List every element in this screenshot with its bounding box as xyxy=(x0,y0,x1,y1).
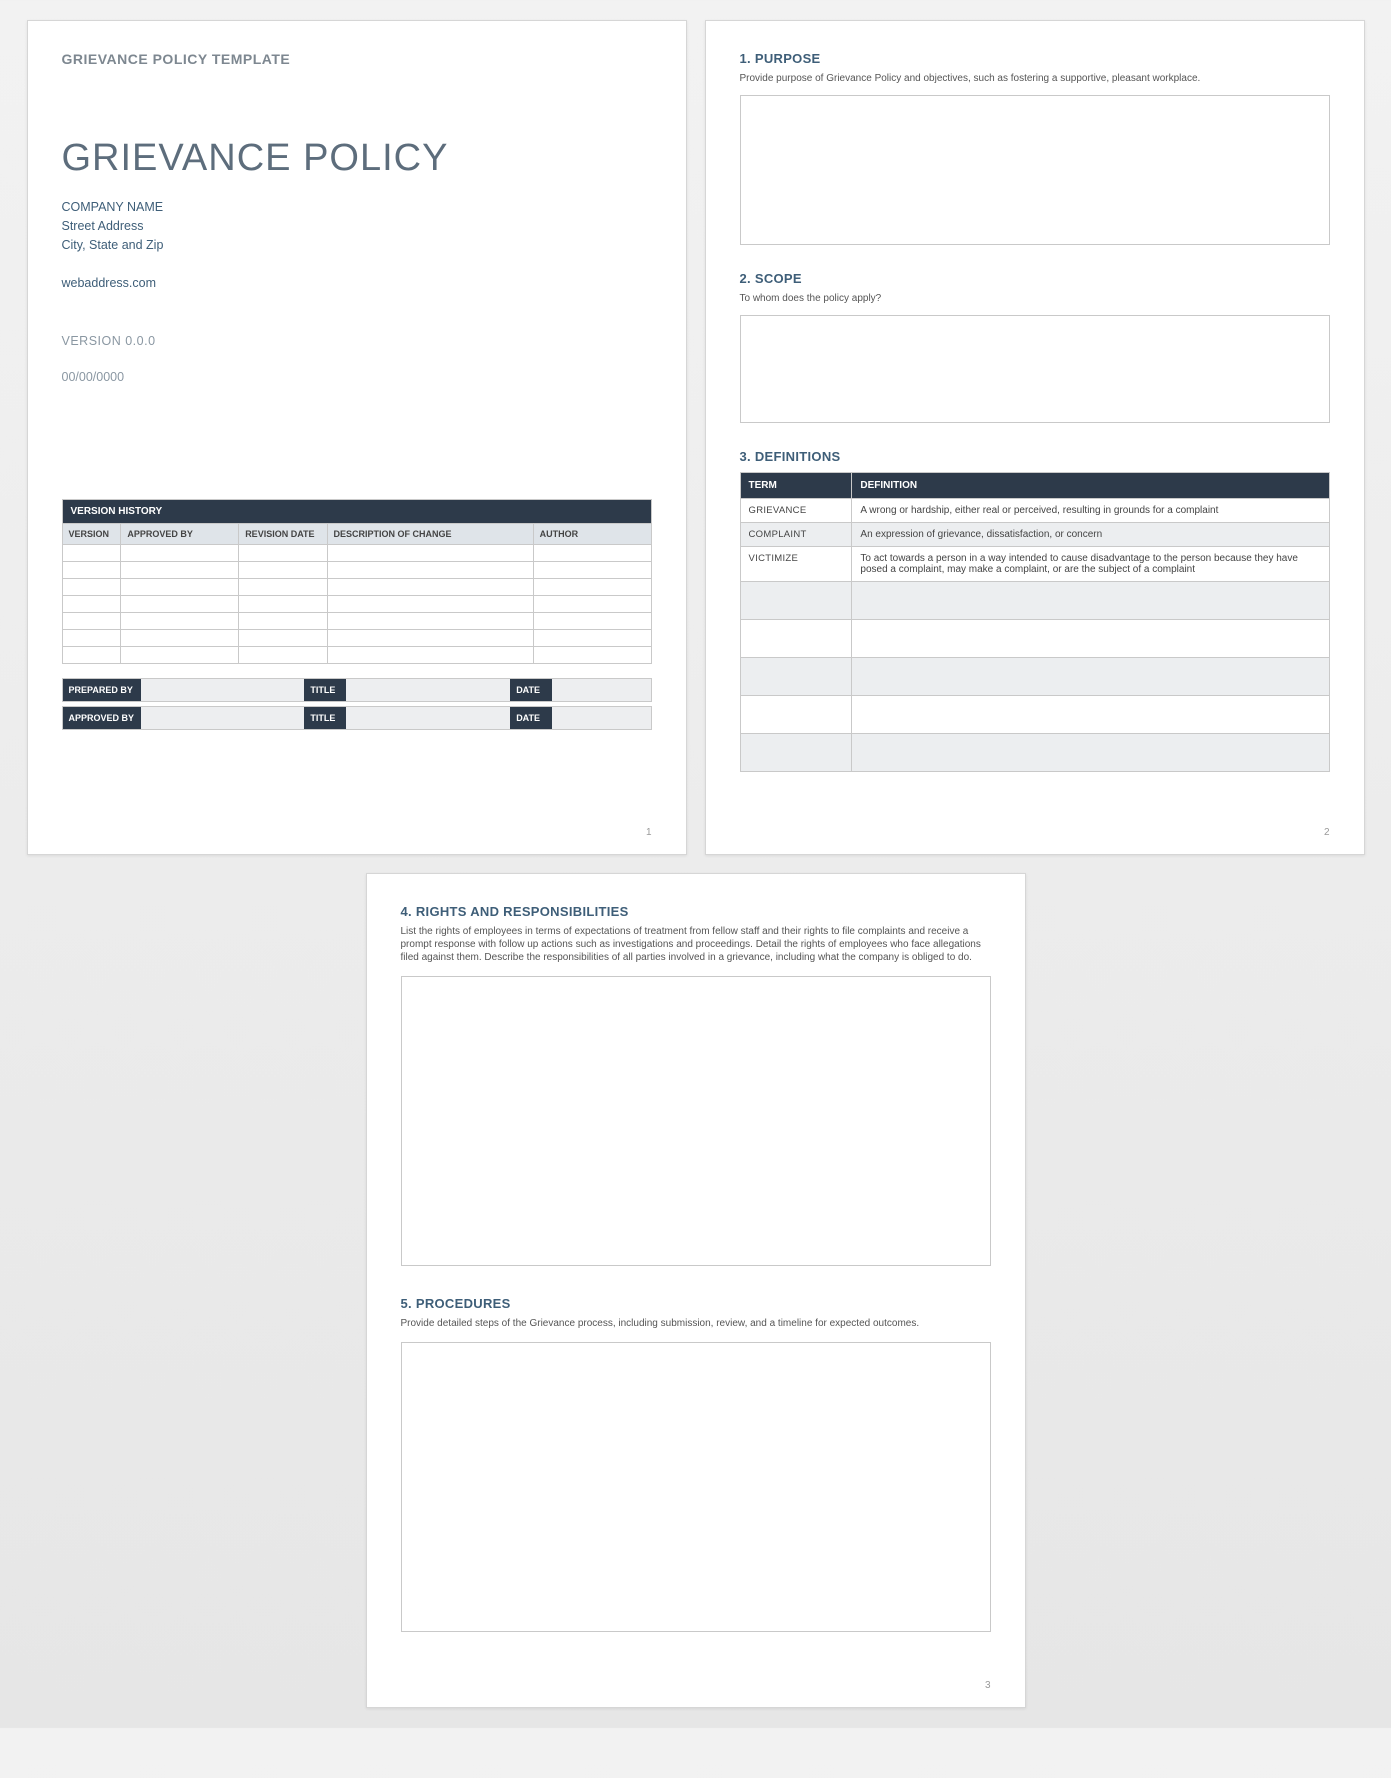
scope-description: To whom does the policy apply? xyxy=(740,292,1330,305)
version-history-title: VERSION HISTORY xyxy=(62,499,652,523)
scope-heading: 2. SCOPE xyxy=(740,271,1330,286)
page-number: 1 xyxy=(646,827,652,838)
table-row xyxy=(62,630,651,647)
def-term: GRIEVANCE xyxy=(740,499,852,523)
scope-section: 2. SCOPE To whom does the policy apply? xyxy=(740,271,1330,423)
approved-date-label: DATE xyxy=(510,707,552,729)
procedures-input-box xyxy=(401,1342,991,1632)
prepared-title-value xyxy=(346,679,510,701)
purpose-heading: 1. PURPOSE xyxy=(740,51,1330,66)
prepared-by-value xyxy=(141,679,305,701)
version-history-table: VERSION APPROVED BY REVISION DATE DESCRI… xyxy=(62,523,652,664)
table-row xyxy=(740,582,1329,620)
table-row xyxy=(740,696,1329,734)
rights-heading: 4. RIGHTS AND RESPONSIBILITIES xyxy=(401,904,991,919)
page-number: 2 xyxy=(1324,827,1330,838)
table-row xyxy=(62,562,651,579)
table-row xyxy=(62,613,651,630)
prepared-by-row: PREPARED BY TITLE DATE xyxy=(62,678,652,702)
version-label: VERSION 0.0.0 xyxy=(62,334,652,348)
city-state-zip: City, State and Zip xyxy=(62,236,652,255)
street-address: Street Address xyxy=(62,217,652,236)
web-address: webaddress.com xyxy=(62,276,652,290)
procedures-section: 5. PROCEDURES Provide detailed steps of … xyxy=(401,1296,991,1632)
rights-description: List the rights of employees in terms of… xyxy=(401,925,991,964)
def-term: COMPLAINT xyxy=(740,523,852,547)
vh-header-author: AUTHOR xyxy=(533,524,651,545)
company-name: COMPANY NAME xyxy=(62,198,652,217)
vh-header-description: DESCRIPTION OF CHANGE xyxy=(327,524,533,545)
prepared-date-label: DATE xyxy=(510,679,552,701)
rights-input-box xyxy=(401,976,991,1266)
purpose-description: Provide purpose of Grievance Policy and … xyxy=(740,72,1330,85)
definitions-table: TERM DEFINITION GRIEVANCE A wrong or har… xyxy=(740,472,1330,772)
rights-section: 4. RIGHTS AND RESPONSIBILITIES List the … xyxy=(401,904,991,1266)
approved-by-value xyxy=(141,707,305,729)
page-3: 4. RIGHTS AND RESPONSIBILITIES List the … xyxy=(366,873,1026,1708)
approved-date-value xyxy=(552,707,650,729)
vh-header-revision-date: REVISION DATE xyxy=(239,524,327,545)
vh-header-approved-by: APPROVED BY xyxy=(121,524,239,545)
approved-by-row: APPROVED BY TITLE DATE xyxy=(62,706,652,730)
vh-header-version: VERSION xyxy=(62,524,121,545)
purpose-input-box xyxy=(740,95,1330,245)
prepared-by-label: PREPARED BY xyxy=(63,679,141,701)
procedures-heading: 5. PROCEDURES xyxy=(401,1296,991,1311)
approved-by-label: APPROVED BY xyxy=(63,707,141,729)
scope-input-box xyxy=(740,315,1330,423)
page-1: GRIEVANCE POLICY TEMPLATE GRIEVANCE POLI… xyxy=(27,20,687,855)
page-2: 1. PURPOSE Provide purpose of Grievance … xyxy=(705,20,1365,855)
signature-section: PREPARED BY TITLE DATE APPROVED BY TITLE… xyxy=(62,678,652,730)
def-header-term: TERM xyxy=(740,473,852,499)
prepared-date-value xyxy=(552,679,650,701)
def-term: VICTIMIZE xyxy=(740,547,852,582)
table-row xyxy=(62,596,651,613)
def-definition: A wrong or hardship, either real or perc… xyxy=(852,499,1329,523)
table-row xyxy=(62,647,651,664)
approved-title-value xyxy=(346,707,510,729)
table-row xyxy=(62,579,651,596)
prepared-title-label: TITLE xyxy=(304,679,346,701)
table-row xyxy=(740,620,1329,658)
def-definition: To act towards a person in a way intende… xyxy=(852,547,1329,582)
document-date: 00/00/0000 xyxy=(62,370,652,384)
def-header-definition: DEFINITION xyxy=(852,473,1329,499)
template-eyebrow: GRIEVANCE POLICY TEMPLATE xyxy=(62,51,652,67)
table-row: VICTIMIZE To act towards a person in a w… xyxy=(740,547,1329,582)
def-definition: An expression of grievance, dissatisfact… xyxy=(852,523,1329,547)
table-row: GRIEVANCE A wrong or hardship, either re… xyxy=(740,499,1329,523)
definitions-heading: 3. DEFINITIONS xyxy=(740,449,1330,464)
table-row xyxy=(62,545,651,562)
page-number: 3 xyxy=(985,1680,991,1691)
table-row xyxy=(740,734,1329,772)
procedures-description: Provide detailed steps of the Grievance … xyxy=(401,1317,991,1330)
approved-title-label: TITLE xyxy=(304,707,346,729)
document-title: GRIEVANCE POLICY xyxy=(62,137,652,180)
table-row: COMPLAINT An expression of grievance, di… xyxy=(740,523,1329,547)
company-block: COMPANY NAME Street Address City, State … xyxy=(62,198,652,254)
version-history-section: VERSION HISTORY VERSION APPROVED BY REVI… xyxy=(62,499,652,664)
table-row xyxy=(740,658,1329,696)
definitions-section: 3. DEFINITIONS TERM DEFINITION GRIEVANCE… xyxy=(740,449,1330,772)
